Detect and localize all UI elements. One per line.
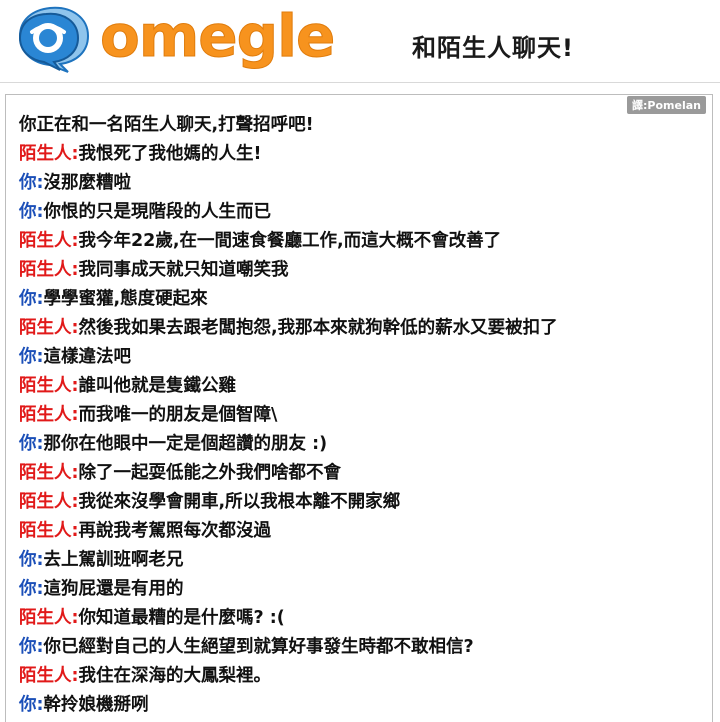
- chat-message-you: 你:你已經對自己的人生絕望到就算好事發生時都不敢相信?: [19, 633, 709, 662]
- chat-message-stranger: 陌生人:我恨死了我他媽的人生!: [19, 140, 709, 169]
- chat-message-stranger: 陌生人:我今年22歲,在一間速食餐廳工作,而這大概不會改善了: [19, 227, 709, 256]
- chat-message-you: 你:沒那麼糟啦: [19, 169, 709, 198]
- message-speaker: 陌生人:: [19, 260, 79, 280]
- message-text: 而我唯一的朋友是個智障\: [78, 405, 278, 425]
- message-text: 我今年22歲,在一間速食餐廳工作,而這大概不會改善了: [78, 231, 502, 251]
- message-speaker: 陌生人:: [19, 608, 79, 628]
- message-text: 除了一起耍低能之外我們啥都不會: [78, 463, 342, 483]
- message-text: 你知道最糟的是什麼嗎? :(: [78, 608, 285, 628]
- chat-message-stranger: 陌生人:而我唯一的朋友是個智障\: [19, 401, 709, 430]
- chat-message-stranger: 陌生人:除了一起耍低能之外我們啥都不會: [19, 459, 709, 488]
- message-speaker: 陌生人:: [19, 144, 79, 164]
- chat-message-stranger: 陌生人:你知道最糟的是什麼嗎? :(: [19, 604, 709, 633]
- message-speaker: 你:: [19, 434, 44, 454]
- message-list: 你正在和一名陌生人聊天,打聲招呼吧! 陌生人:我恨死了我他媽的人生! 你:沒那麼糟…: [19, 111, 709, 720]
- message-text: 我同事成天就只知道嘲笑我: [78, 260, 289, 280]
- message-speaker: 陌生人:: [19, 492, 79, 512]
- message-speaker: 你:: [19, 289, 44, 309]
- omegle-logo[interactable]: omegle: [10, 2, 336, 74]
- chat-message-you: 你:幹拎娘機掰咧: [19, 691, 709, 720]
- message-text: 我從來沒學會開車,所以我根本離不開家鄉: [78, 492, 401, 512]
- message-text: 你已經對自己的人生絕望到就算好事發生時都不敢相信?: [43, 637, 474, 657]
- message-text: 我住在深海的大鳳梨裡。: [78, 666, 272, 686]
- chat-message-you: 你:這樣違法吧: [19, 343, 709, 372]
- omegle-window: omegle 和陌生人聊天! 譯:Pomelan 你正在和一名陌生人聊天,打聲招…: [0, 0, 720, 722]
- message-speaker: 陌生人:: [19, 463, 79, 483]
- chat-message-you: 你:學學蜜獾,態度硬起來: [19, 285, 709, 314]
- message-text: 你恨的只是現階段的人生而已: [43, 202, 272, 222]
- message-text: 我恨死了我他媽的人生!: [78, 144, 262, 164]
- chat-log[interactable]: 譯:Pomelan 你正在和一名陌生人聊天,打聲招呼吧! 陌生人:我恨死了我他媽…: [5, 94, 713, 722]
- message-text: 沒那麼糟啦: [43, 173, 132, 193]
- header: omegle 和陌生人聊天!: [0, 0, 720, 83]
- chat-message-you: 你:去上駕訓班啊老兄: [19, 546, 709, 575]
- message-text: 幹拎娘機掰咧: [43, 695, 149, 715]
- message-speaker: 陌生人:: [19, 521, 79, 541]
- chat-message-stranger: 陌生人:誰叫他就是隻鐵公雞: [19, 372, 709, 401]
- chat-message-stranger: 陌生人:我從來沒學會開車,所以我根本離不開家鄉: [19, 488, 709, 517]
- message-text: 學學蜜獾,態度硬起來: [43, 289, 208, 309]
- message-speaker: 你:: [19, 637, 44, 657]
- message-text: 再說我考駕照每次都沒過: [78, 521, 272, 541]
- message-text: 這狗屁還是有用的: [43, 579, 184, 599]
- chat-message-you: 你:那你在他眼中一定是個超讚的朋友 :): [19, 430, 709, 459]
- message-speaker: 你:: [19, 550, 44, 570]
- chat-message-you: 你:這狗屁還是有用的: [19, 575, 709, 604]
- chat-message-stranger: 陌生人:我同事成天就只知道嘲笑我: [19, 256, 709, 285]
- message-text: 那你在他眼中一定是個超讚的朋友 :): [43, 434, 328, 454]
- message-speaker: 陌生人:: [19, 318, 79, 338]
- message-speaker: 你:: [19, 347, 44, 367]
- chat-message-stranger: 陌生人:我住在深海的大鳳梨裡。: [19, 662, 709, 691]
- message-text: 去上駕訓班啊老兄: [43, 550, 184, 570]
- message-text: 這樣違法吧: [43, 347, 132, 367]
- chat-message-stranger: 陌生人:再說我考駕照每次都沒過: [19, 517, 709, 546]
- message-speaker: 你:: [19, 202, 44, 222]
- chat-message-you: 你:你恨的只是現階段的人生而已: [19, 198, 709, 227]
- tagline: 和陌生人聊天!: [412, 34, 574, 62]
- message-text: 然後我如果去跟老闆抱怨,我那本來就狗幹低的薪水又要被扣了: [78, 318, 558, 338]
- message-speaker: 陌生人:: [19, 666, 79, 686]
- message-speaker: 你:: [19, 695, 44, 715]
- message-speaker: 你:: [19, 579, 44, 599]
- chat-message-stranger: 陌生人:然後我如果去跟老闆抱怨,我那本來就狗幹低的薪水又要被扣了: [19, 314, 709, 343]
- message-speaker: 陌生人:: [19, 376, 79, 396]
- message-text: 誰叫他就是隻鐵公雞: [78, 376, 237, 396]
- message-speaker: 陌生人:: [19, 231, 79, 251]
- omegle-logo-icon: [18, 6, 90, 73]
- logo-text: omegle: [99, 2, 335, 71]
- message-speaker: 你:: [19, 173, 44, 193]
- message-speaker: 陌生人:: [19, 405, 79, 425]
- system-message: 你正在和一名陌生人聊天,打聲招呼吧!: [19, 115, 314, 135]
